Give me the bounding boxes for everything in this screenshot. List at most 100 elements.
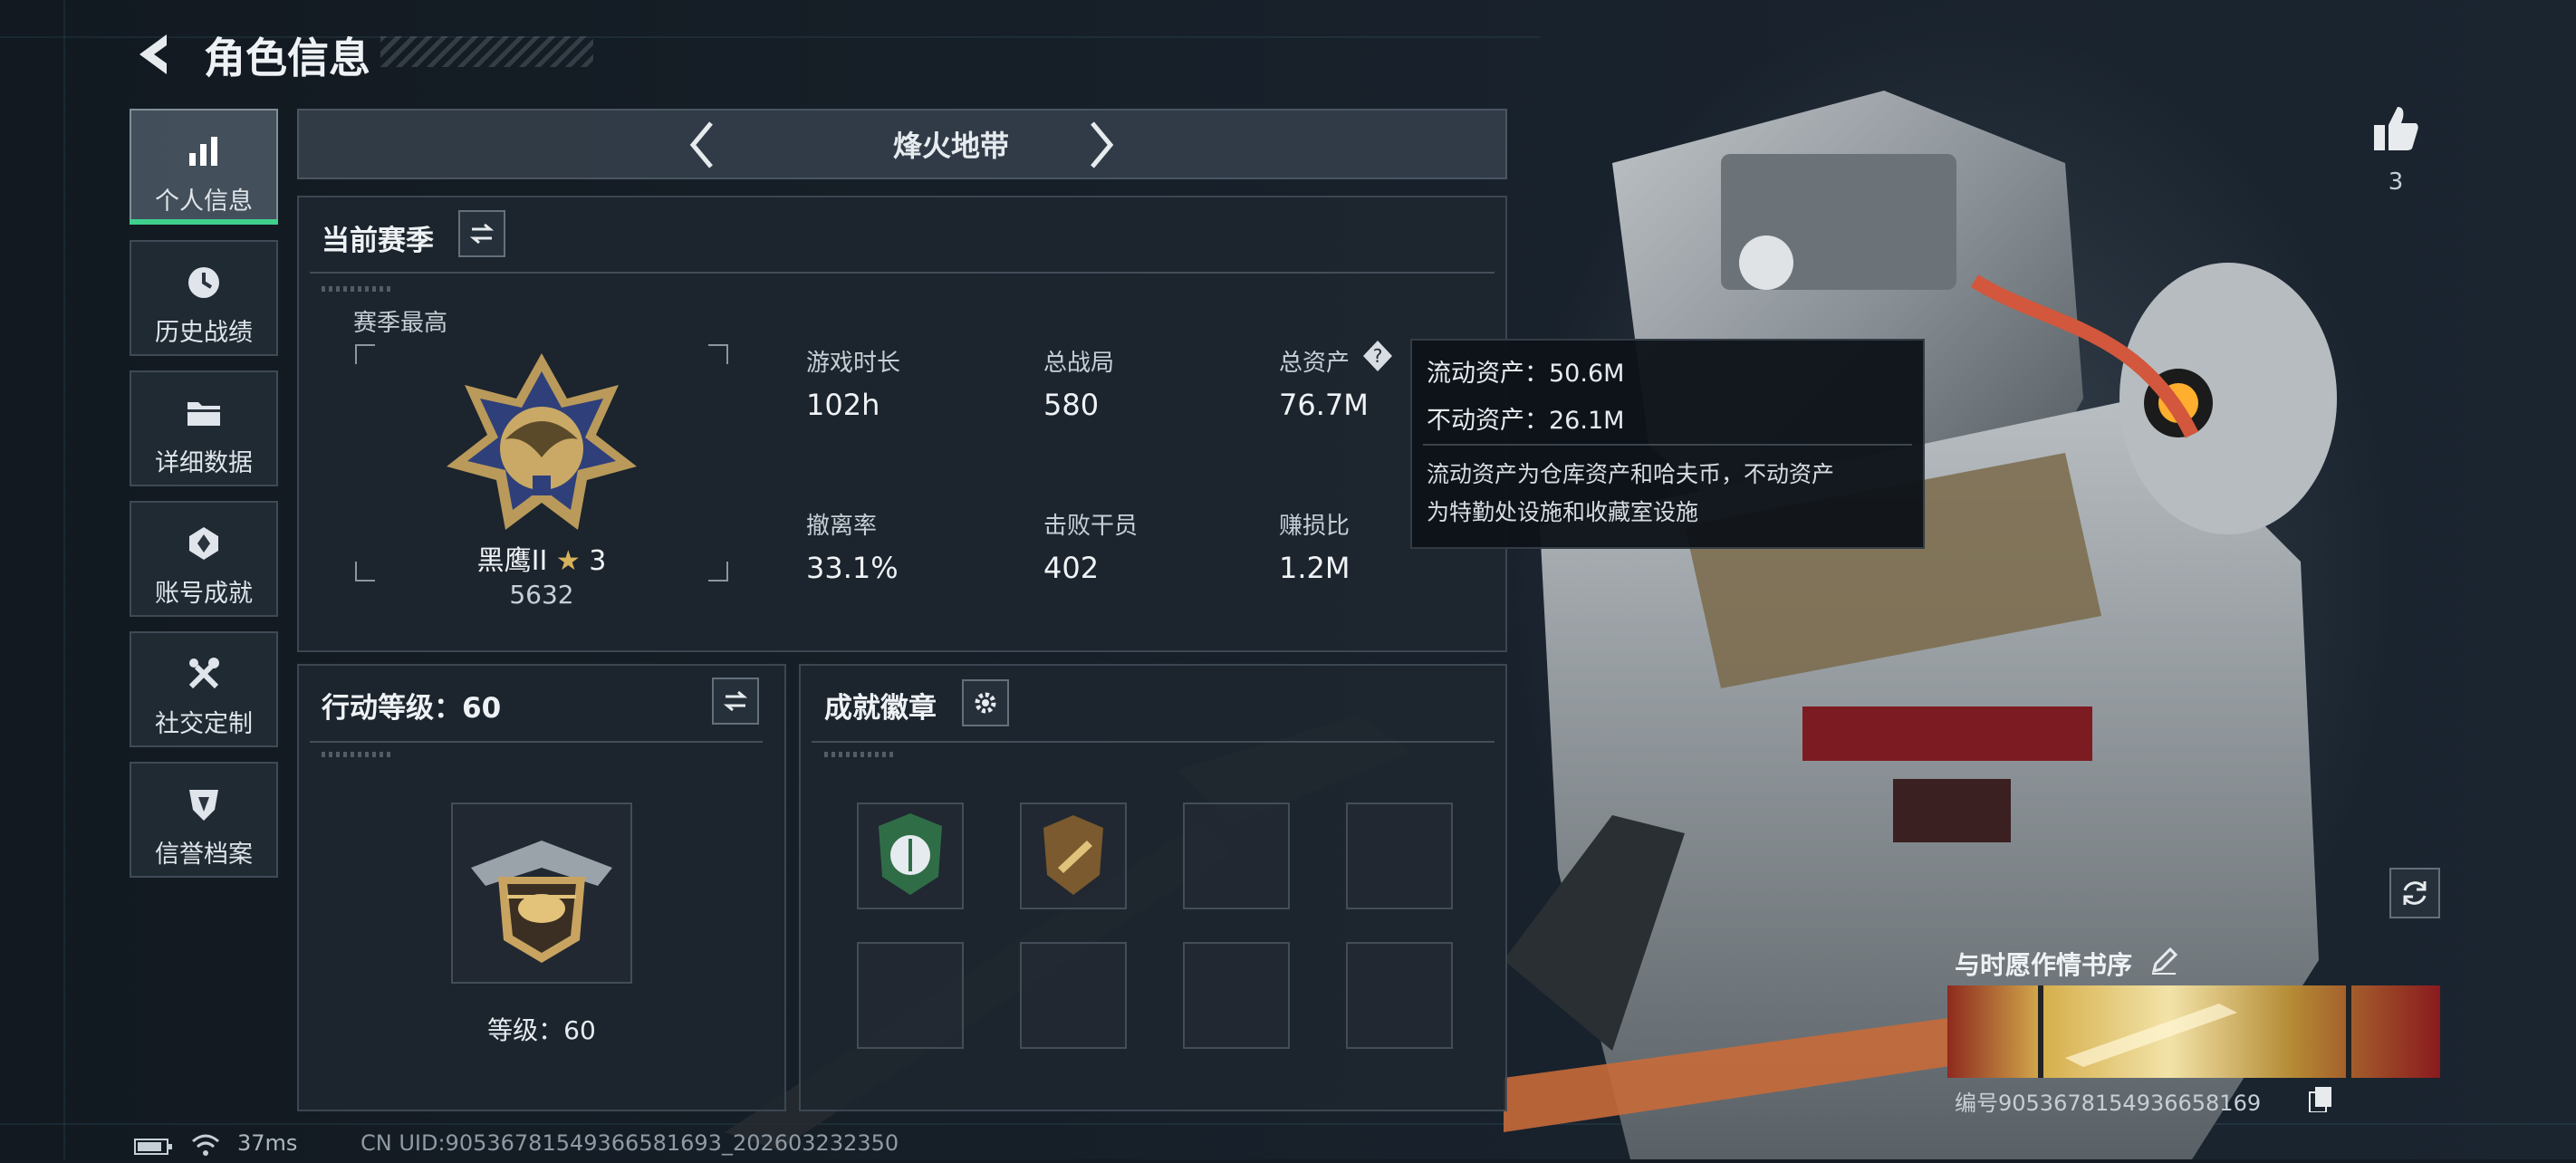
like-button[interactable] bbox=[2369, 101, 2423, 156]
sidebar-item-detailed-data[interactable]: 详细数据 bbox=[130, 370, 278, 486]
rank-stars: 3 bbox=[589, 545, 607, 577]
edit-card-button[interactable] bbox=[2148, 946, 2179, 976]
stat-value-extraction-rate: 33.1% bbox=[806, 551, 899, 585]
season-title: 当前赛季 bbox=[322, 225, 434, 257]
helicopter-badge-icon bbox=[471, 841, 612, 963]
tooltip-fixed-assets: 不动资产：26.1M bbox=[1427, 407, 1625, 435]
season-switch-button[interactable] bbox=[458, 210, 505, 257]
like-count: 3 bbox=[2388, 168, 2404, 196]
badge-slot-3[interactable] bbox=[1183, 803, 1290, 909]
title-decoration bbox=[380, 36, 593, 67]
page-title: 角色信息 bbox=[204, 34, 370, 82]
green-shield-badge-icon bbox=[879, 813, 942, 895]
rank-emblem-icon bbox=[442, 349, 641, 539]
badge-slot-4[interactable] bbox=[1346, 803, 1453, 909]
battery-icon bbox=[134, 1138, 174, 1156]
next-mode-button[interactable] bbox=[1083, 116, 1120, 174]
thumbs-up-icon bbox=[2374, 107, 2418, 150]
refresh-icon bbox=[2403, 881, 2427, 905]
chevron-right-icon bbox=[1091, 121, 1114, 168]
stat-label-total-matches: 总战局 bbox=[1043, 350, 1115, 377]
swap-icon bbox=[723, 690, 748, 712]
decor-dash bbox=[824, 752, 897, 757]
divider bbox=[310, 741, 763, 743]
divider bbox=[812, 741, 1495, 743]
action-level-badge bbox=[451, 803, 632, 984]
decor-dash bbox=[322, 286, 394, 292]
action-level-title: 行动等级：60 bbox=[322, 692, 502, 725]
tooltip-divider bbox=[1423, 444, 1912, 446]
tooltip-description-line2: 为特勤处设施和收藏室设施 bbox=[1427, 499, 1699, 525]
assets-tooltip: 流动资产：50.6M 不动资产：26.1M 流动资产为仓库资产和哈夫币，不动资产… bbox=[1410, 339, 1925, 549]
folder-icon bbox=[187, 402, 220, 426]
pencil-icon bbox=[2151, 947, 2178, 975]
sidebar-item-label: 信誉档案 bbox=[155, 841, 253, 869]
star-icon: ★ bbox=[555, 545, 581, 577]
stat-label-extraction-rate: 撤离率 bbox=[806, 513, 878, 540]
card-title: 与时愿作情书序 bbox=[1955, 946, 2132, 982]
card-artwork[interactable] bbox=[1947, 985, 2440, 1078]
swap-icon bbox=[469, 223, 495, 245]
back-button[interactable] bbox=[127, 27, 181, 82]
badge-slot-7[interactable] bbox=[1183, 942, 1290, 1049]
svg-text:?: ? bbox=[1373, 345, 1383, 367]
sidebar-item-label: 个人信息 bbox=[155, 187, 253, 216]
assets-help-button[interactable]: ? bbox=[1360, 339, 1395, 373]
stat-value-total-matches: 580 bbox=[1043, 388, 1100, 422]
badge-slot-8[interactable] bbox=[1346, 942, 1453, 1049]
mode-label: 烽火地带 bbox=[892, 129, 1009, 163]
stat-value-total-assets: 76.7M bbox=[1279, 388, 1369, 422]
badge-slot-6[interactable] bbox=[1020, 942, 1127, 1049]
card-id-text: 编号9053678154936658169 bbox=[1955, 1091, 2262, 1116]
chevron-left-icon bbox=[689, 121, 713, 168]
stat-value-playtime: 102h bbox=[806, 388, 880, 422]
sidebar-item-label: 社交定制 bbox=[155, 710, 253, 738]
sidebar-item-history[interactable]: 历史战绩 bbox=[130, 240, 278, 356]
sidebar-item-achievements[interactable]: 账号成就 bbox=[130, 501, 278, 617]
sidebar-item-personal-info[interactable]: 个人信息 bbox=[130, 109, 278, 225]
grid-line bbox=[63, 0, 65, 1159]
stat-value-kills: 402 bbox=[1043, 551, 1100, 585]
wifi-icon bbox=[190, 1132, 221, 1158]
sidebar-item-credit[interactable]: 信誉档案 bbox=[130, 762, 278, 878]
tooltip-description-line1: 流动资产为仓库资产和哈夫币，不动资产 bbox=[1427, 461, 1835, 487]
sidebar-item-social[interactable]: 社交定制 bbox=[130, 631, 278, 747]
sidebar-item-label: 历史战绩 bbox=[155, 319, 253, 347]
card-title-text: 与时愿作情书序 bbox=[1955, 950, 2133, 980]
badges-settings-button[interactable] bbox=[962, 679, 1009, 726]
copy-icon bbox=[2309, 1087, 2331, 1113]
action-level-text: 等级：60 bbox=[487, 1015, 596, 1045]
badge-slot-5[interactable] bbox=[857, 942, 964, 1049]
tooltip-liquid-assets: 流动资产：50.6M bbox=[1427, 360, 1625, 388]
gear-icon bbox=[975, 692, 996, 714]
stat-value-profit-ratio: 1.2M bbox=[1279, 551, 1350, 585]
card-id: 编号9053678154936658169 bbox=[1955, 1085, 2261, 1117]
refresh-button[interactable] bbox=[2389, 868, 2440, 918]
rank-score: 5632 bbox=[509, 580, 574, 610]
shield-icon bbox=[189, 790, 218, 821]
copy-id-button[interactable] bbox=[2308, 1085, 2333, 1113]
stat-label-kills: 击败干员 bbox=[1043, 513, 1139, 540]
stat-label-playtime: 游戏时长 bbox=[806, 350, 901, 377]
action-level-switch-button[interactable] bbox=[712, 678, 759, 725]
divider bbox=[310, 272, 1495, 274]
uid-text: CN UID:90536781549366581693_202603232350 bbox=[360, 1130, 899, 1156]
gold-shield-badge-icon bbox=[1043, 815, 1103, 895]
rank-name-text: 黑鹰II bbox=[476, 545, 548, 577]
decor-dash bbox=[322, 752, 394, 757]
badge-slot-2[interactable] bbox=[1020, 803, 1127, 909]
badges-title: 成就徽章 bbox=[824, 692, 937, 725]
badge-slot-1[interactable] bbox=[857, 803, 964, 909]
stat-label-profit-ratio: 赚损比 bbox=[1279, 513, 1350, 540]
sidebar-item-label: 详细数据 bbox=[155, 449, 253, 477]
ping-text: 37ms bbox=[237, 1130, 298, 1156]
back-arrow-icon bbox=[139, 34, 167, 74]
question-icon: ? bbox=[1363, 341, 1392, 371]
prev-mode-button[interactable] bbox=[684, 116, 720, 174]
season-best-label: 赛季最高 bbox=[353, 310, 448, 337]
clock-icon bbox=[188, 267, 219, 298]
rank-name: 黑鹰II ★ 3 bbox=[355, 538, 728, 578]
achievement-icon bbox=[189, 527, 218, 560]
bar-chart-icon bbox=[189, 137, 217, 166]
tools-icon bbox=[188, 658, 219, 689]
